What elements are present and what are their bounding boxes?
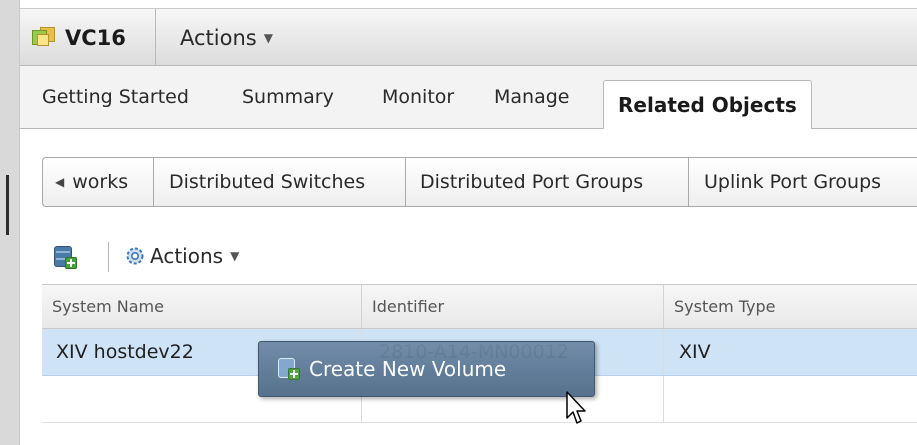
subtab-networks[interactable]: ◀ works: [43, 158, 154, 206]
header-actions-menu[interactable]: Actions ▼: [180, 9, 273, 66]
subtab-label: Uplink Port Groups: [704, 171, 882, 193]
object-header: VC16 Actions ▼: [20, 8, 917, 66]
tab-getting-started[interactable]: Getting Started: [42, 66, 189, 128]
subtab-label: Distributed Port Groups: [420, 171, 644, 193]
subtab-label: Distributed Switches: [169, 171, 366, 193]
tab-related-objects[interactable]: Related Objects: [603, 80, 812, 129]
toolbar-actions-label: Actions: [150, 244, 224, 268]
column-label: System Type: [674, 297, 776, 316]
header-actions-label: Actions: [180, 25, 257, 50]
gear-icon: [124, 245, 146, 267]
tab-label: Manage: [494, 86, 570, 108]
mouse-pointer-icon: [566, 391, 586, 424]
subtab-uplink-port-groups[interactable]: Uplink Port Groups: [689, 158, 917, 206]
tab-summary[interactable]: Summary: [242, 66, 334, 128]
column-header-system-type[interactable]: System Type: [664, 285, 917, 328]
scroll-left-icon[interactable]: ◀: [55, 175, 64, 189]
add-volume-icon: [277, 357, 301, 381]
tab-monitor[interactable]: Monitor: [382, 66, 454, 128]
subtab-distributed-port-groups[interactable]: Distributed Port Groups: [406, 158, 689, 206]
tab-label: Summary: [242, 86, 334, 108]
tab-manage[interactable]: Manage: [494, 66, 569, 128]
cell-system-type: XIV: [679, 341, 711, 363]
object-title-group: VC16: [20, 9, 156, 66]
grid-header: System Name Identifier System Type: [42, 284, 917, 329]
object-title: VC16: [65, 25, 126, 50]
subtab-label: works: [72, 171, 129, 193]
drag-proxy-label: Create New Volume: [309, 357, 507, 381]
tab-label: Getting Started: [42, 86, 189, 108]
drag-proxy-create-new-volume: Create New Volume: [258, 341, 595, 397]
object-tabs: Getting Started Summary Monitor Manage R…: [20, 66, 917, 129]
toolbar-divider: [108, 242, 109, 272]
top-margin: [0, 0, 917, 8]
splitter-handle[interactable]: [6, 175, 9, 235]
toolbar-actions-menu[interactable]: Actions ▼: [124, 238, 239, 274]
left-navigator-strip[interactable]: [0, 0, 20, 445]
chevron-down-icon: ▼: [230, 249, 240, 263]
column-label: Identifier: [372, 297, 445, 316]
subtab-distributed-switches[interactable]: Distributed Switches: [154, 158, 406, 206]
column-label: System Name: [52, 297, 164, 316]
chevron-down-icon: ▼: [263, 30, 273, 45]
add-storage-system-icon[interactable]: [54, 246, 78, 270]
column-header-identifier[interactable]: Identifier: [362, 285, 664, 328]
related-objects-subtabs: ◀ works Distributed Switches Distributed…: [42, 157, 917, 207]
column-header-system-name[interactable]: System Name: [42, 285, 362, 328]
list-toolbar: Actions ▼: [42, 238, 642, 274]
vcenter-icon: [32, 26, 57, 49]
tab-label: Monitor: [382, 86, 455, 108]
tab-label: Related Objects: [618, 93, 797, 117]
